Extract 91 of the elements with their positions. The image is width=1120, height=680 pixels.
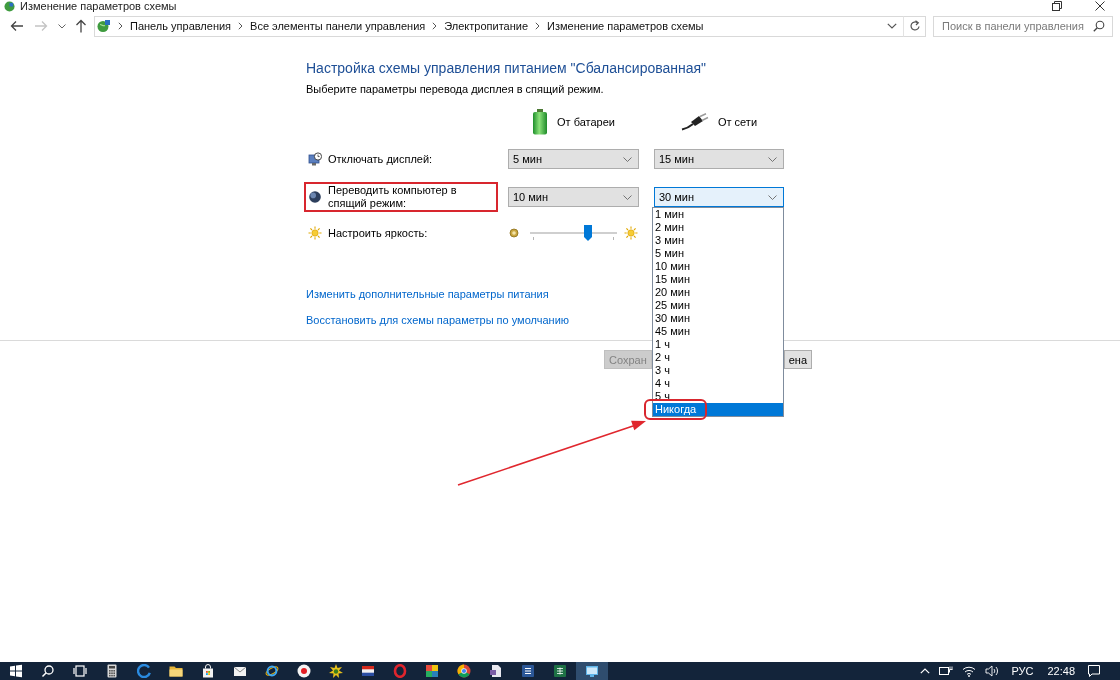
plan-heading: Настройка схемы управления питанием "Сбалансированная" — [306, 59, 708, 77]
task-view-icon — [73, 664, 87, 678]
restore-icon[interactable] — [1052, 1, 1062, 11]
caret-icon — [623, 156, 632, 162]
notification-icon[interactable] — [1088, 665, 1100, 677]
dropdown-option[interactable]: Никогда — [653, 403, 783, 416]
battery-icon — [532, 108, 548, 135]
breadcrumb-link[interactable]: Панель управления — [130, 20, 232, 32]
caret-icon[interactable] — [58, 23, 66, 29]
dropdown-option[interactable]: 4 ч — [653, 377, 783, 390]
plan-description: Выберите параметры перевода дисплея в спящий режим. — [306, 82, 605, 96]
dropdown-option[interactable]: 25 мин — [653, 299, 783, 312]
flag-icon — [361, 664, 375, 678]
windows-logo-icon — [9, 664, 23, 678]
search-icon — [41, 664, 55, 678]
address-bar[interactable]: Панель управления Все элементы панели управления Электропитание Изменение параметров схемы — [94, 15, 904, 37]
settings-link[interactable]: Изменить дополнительные параметры питания — [306, 286, 549, 302]
monitor-clock-icon — [308, 152, 322, 166]
close-icon[interactable] — [1095, 1, 1105, 11]
dim-sun-icon — [509, 228, 519, 238]
language-indicator[interactable]: РУС — [1011, 665, 1034, 677]
ring-icon — [393, 664, 407, 678]
wheel-icon — [457, 664, 471, 678]
setting-label: Настроить яркость: — [328, 226, 429, 240]
window-icon — [585, 664, 599, 678]
caret-icon[interactable] — [887, 23, 897, 29]
brightness-slider[interactable] — [530, 225, 617, 241]
dropdown-option[interactable]: 15 мин — [653, 273, 783, 286]
column-label: От батареи — [557, 115, 615, 128]
browser-icon — [265, 664, 279, 678]
setting-label: Отключать дисплей: — [328, 152, 434, 166]
window-title: Изменение параметров схемы — [20, 0, 177, 12]
sun-icon — [308, 226, 322, 240]
caret-icon — [623, 194, 632, 200]
dropdown-option[interactable]: 45 мин — [653, 325, 783, 338]
calculator-icon — [105, 664, 119, 678]
browser-icon — [137, 664, 151, 678]
dropdown-option[interactable]: 1 ч — [653, 338, 783, 351]
dropdown-option[interactable]: 3 мин — [653, 234, 783, 247]
taskbar-button[interactable] — [576, 662, 608, 680]
breadcrumb-link[interactable]: Изменение параметров схемы — [547, 20, 704, 32]
chevron-icon[interactable] — [238, 22, 244, 30]
setting-label: Переводить компьютер в спящий режим: — [328, 184, 458, 210]
dropdown-option[interactable]: 3 ч — [653, 364, 783, 377]
battery-icon[interactable] — [939, 665, 954, 677]
dropdown-option[interactable]: 10 мин — [653, 260, 783, 273]
column-label: От сети — [717, 115, 758, 128]
spreadsheet-icon — [553, 664, 567, 678]
starburst-icon — [329, 664, 343, 678]
chevron-icon[interactable] — [118, 22, 123, 30]
dropdown[interactable]: 15 мин — [654, 149, 784, 169]
envelope-icon — [233, 664, 247, 678]
wifi-icon[interactable] — [962, 665, 977, 677]
settings-link[interactable]: Восстановить для схемы параметры по умолчанию — [306, 312, 570, 328]
checkered-icon — [425, 664, 439, 678]
folder-icon — [169, 664, 183, 678]
dropdown-option[interactable]: 1 мин — [653, 208, 783, 221]
caret-icon — [768, 156, 777, 162]
breadcrumb-link[interactable]: Электропитание — [444, 20, 529, 32]
chevron-icon[interactable] — [535, 22, 541, 30]
globe-icon — [97, 19, 111, 33]
refresh-icon — [908, 20, 921, 32]
refresh-button[interactable] — [904, 15, 926, 37]
chevron-icon[interactable] — [432, 22, 438, 30]
plug-icon — [680, 112, 709, 131]
slider-thumb[interactable] — [583, 225, 592, 241]
dropdown[interactable]: 5 мин — [508, 149, 639, 169]
dropdown-option[interactable]: 5 мин — [653, 247, 783, 260]
shopping-bag-icon — [201, 664, 215, 678]
globe-icon — [4, 0, 15, 12]
back-arrow-icon[interactable] — [10, 20, 24, 32]
cancel-button[interactable]: ена — [783, 350, 812, 369]
caret-icon — [768, 194, 777, 200]
speaker-icon[interactable] — [985, 665, 1000, 677]
search-icon[interactable] — [1093, 20, 1105, 32]
dropdown[interactable]: 30 мин — [654, 187, 784, 207]
dropdown[interactable]: 10 мин — [508, 187, 639, 207]
up-arrow-icon[interactable] — [75, 19, 87, 33]
document-icon — [489, 664, 503, 678]
moon-icon — [308, 190, 322, 204]
chevron-up-icon[interactable] — [920, 668, 931, 674]
document-tile-icon — [521, 664, 535, 678]
breadcrumb-link[interactable]: Все элементы панели управления — [250, 20, 426, 32]
dropdown-option[interactable]: 2 мин — [653, 221, 783, 234]
dropdown-option[interactable]: 2 ч — [653, 351, 783, 364]
clock[interactable]: 22:48 — [1047, 665, 1075, 677]
search-field[interactable]: Поиск в панели управления — [933, 15, 1113, 37]
circle-icon — [297, 664, 311, 678]
dropdown-option[interactable]: 20 мин — [653, 286, 783, 299]
dropdown-option[interactable]: 30 мин — [653, 312, 783, 325]
sun-icon — [624, 226, 638, 240]
